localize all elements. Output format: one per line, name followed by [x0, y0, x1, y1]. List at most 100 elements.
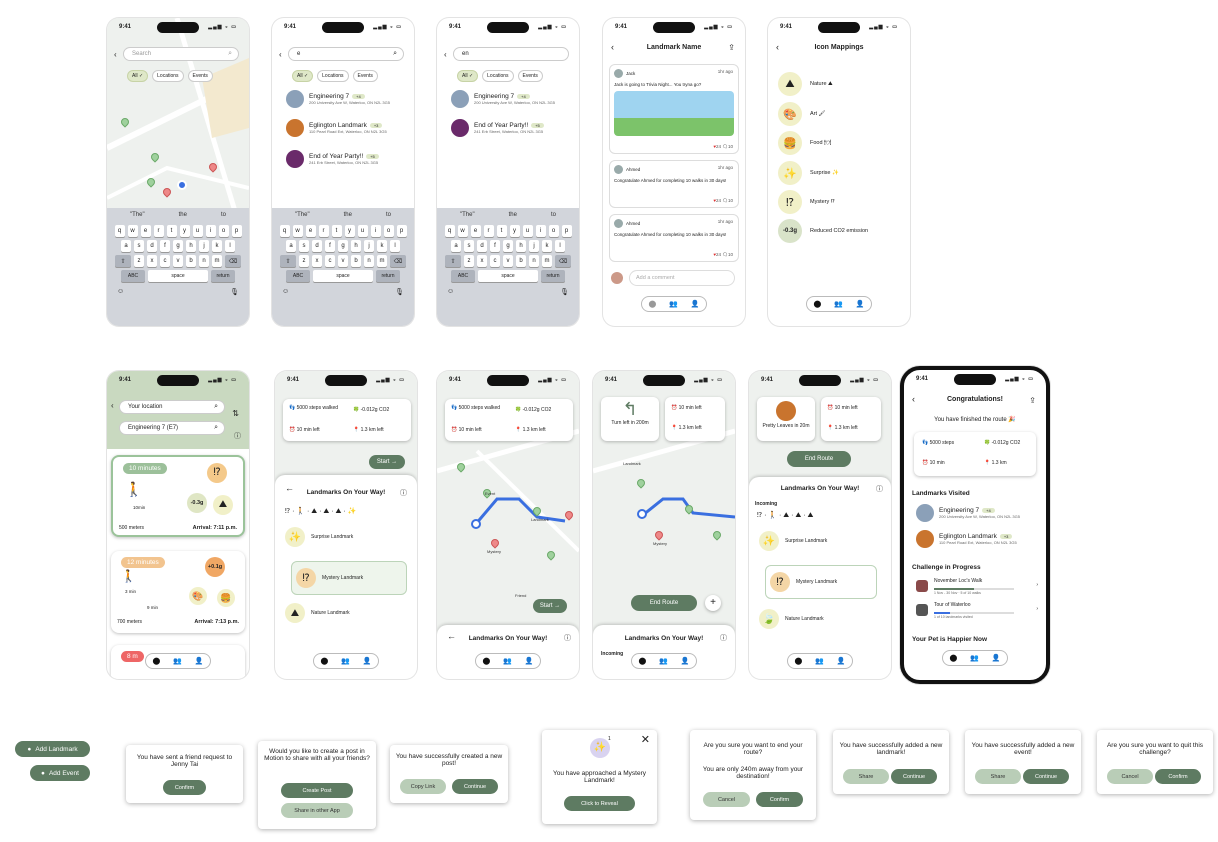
- post-card[interactable]: Ahmed 1hr ago Congratulate Ahmed for com…: [609, 214, 739, 262]
- key[interactable]: s: [464, 240, 474, 252]
- swap-icon[interactable]: ⇅: [232, 409, 239, 418]
- result-item[interactable]: Eglington Landmark +3 110 Pearl Road Ext, …: [286, 119, 408, 137]
- key[interactable]: f: [160, 240, 170, 252]
- keyboard[interactable]: "The" the to q w e r t y u i o p a s d f g h j k l ⇧ z x c v b n m ⌫ AB…: [107, 208, 249, 326]
- key[interactable]: o: [218, 225, 229, 237]
- key[interactable]: r: [483, 225, 494, 237]
- copy-link-button[interactable]: Copy Link: [400, 779, 446, 794]
- key[interactable]: m: [377, 255, 387, 267]
- map-pin-icon[interactable]: ⬤: [813, 300, 821, 308]
- landmark-item[interactable]: 🍃 Nature Landmark: [759, 609, 824, 629]
- key[interactable]: f: [325, 240, 335, 252]
- key[interactable]: h: [516, 240, 526, 252]
- key[interactable]: b: [351, 255, 361, 267]
- landmarks-sheet[interactable]: ← Landmarks On Your Way! ⓘ: [437, 625, 579, 679]
- chip-events[interactable]: Events: [517, 70, 543, 82]
- key[interactable]: x: [477, 255, 487, 267]
- share-icon[interactable]: ⇪: [1029, 396, 1036, 405]
- key[interactable]: v: [503, 255, 513, 267]
- key[interactable]: j: [364, 240, 374, 252]
- landmarks-sheet[interactable]: Landmarks On Your Way! ⓘ Incoming: [593, 625, 735, 679]
- key[interactable]: q: [279, 225, 290, 237]
- key[interactable]: n: [364, 255, 374, 267]
- key[interactable]: d: [477, 240, 487, 252]
- info-icon[interactable]: ⓘ: [234, 431, 241, 441]
- key[interactable]: k: [377, 240, 387, 252]
- map-pin-icon[interactable]: ⬤: [482, 657, 490, 665]
- chip-events[interactable]: Events: [187, 70, 213, 82]
- key[interactable]: t: [166, 225, 177, 237]
- profile-icon[interactable]: 👤: [837, 657, 846, 665]
- click-to-reveal-button[interactable]: Click to Reveal: [564, 796, 635, 811]
- key[interactable]: i: [370, 225, 381, 237]
- abc-key[interactable]: ABC: [286, 270, 310, 282]
- key[interactable]: t: [496, 225, 507, 237]
- visited-item[interactable]: Engineering 7 +4 200 University Ave W, Wat…: [916, 504, 1040, 522]
- continue-button[interactable]: Continue: [891, 769, 937, 784]
- share-button[interactable]: Share: [975, 769, 1021, 784]
- keyboard-suggestion[interactable]: to: [551, 212, 556, 218]
- key[interactable]: y: [344, 225, 355, 237]
- key[interactable]: e: [140, 225, 151, 237]
- result-item[interactable]: Engineering 7 +4 200 University Ave W, Wat…: [451, 90, 573, 108]
- key[interactable]: j: [199, 240, 209, 252]
- visited-item[interactable]: Eglington Landmark +3 110 Pearl Road Ext, …: [916, 530, 1040, 548]
- end-route-button[interactable]: End Route: [787, 451, 851, 467]
- key[interactable]: i: [535, 225, 546, 237]
- back-icon[interactable]: ←: [285, 483, 294, 493]
- profile-icon[interactable]: 👤: [525, 657, 534, 665]
- chip-all[interactable]: All ✓: [292, 70, 314, 82]
- backspace-icon[interactable]: ⌫: [225, 255, 241, 267]
- key[interactable]: b: [516, 255, 526, 267]
- share-button[interactable]: Share: [843, 769, 889, 784]
- friends-icon[interactable]: 👥: [659, 657, 668, 665]
- create-post-button[interactable]: Create Post: [281, 783, 353, 798]
- key[interactable]: k: [542, 240, 552, 252]
- key[interactable]: r: [318, 225, 329, 237]
- keyboard[interactable]: "The" the to q w e r t y u i o p a s d f g h j k l ⇧ z x c v b n m ⌫ AB…: [437, 208, 579, 326]
- cancel-button[interactable]: Cancel: [1107, 769, 1153, 784]
- key[interactable]: o: [383, 225, 394, 237]
- key[interactable]: a: [286, 240, 296, 252]
- shift-icon[interactable]: ⇧: [445, 255, 461, 267]
- key[interactable]: k: [212, 240, 222, 252]
- continue-button[interactable]: Continue: [452, 779, 498, 794]
- key[interactable]: u: [192, 225, 203, 237]
- chip-locations[interactable]: Locations: [482, 70, 514, 82]
- key[interactable]: c: [325, 255, 335, 267]
- confirm-button[interactable]: Confirm: [163, 780, 206, 795]
- key[interactable]: p: [396, 225, 407, 237]
- key[interactable]: l: [555, 240, 565, 252]
- map-pin-icon[interactable]: ⬤: [794, 657, 802, 665]
- key[interactable]: d: [147, 240, 157, 252]
- profile-icon[interactable]: 👤: [856, 300, 865, 308]
- landmark-item[interactable]: ⛰ Nature Landmark: [285, 603, 350, 623]
- key[interactable]: c: [160, 255, 170, 267]
- key[interactable]: v: [338, 255, 348, 267]
- return-key[interactable]: return: [376, 270, 400, 282]
- return-key[interactable]: return: [211, 270, 235, 282]
- back-icon[interactable]: ←: [447, 631, 456, 641]
- chip-locations[interactable]: Locations: [152, 70, 184, 82]
- add-event-button[interactable]: ● Add Event: [30, 765, 90, 781]
- friends-icon[interactable]: 👥: [503, 657, 512, 665]
- friends-icon[interactable]: 👥: [669, 300, 678, 308]
- key[interactable]: v: [173, 255, 183, 267]
- abc-key[interactable]: ABC: [121, 270, 145, 282]
- keyboard-suggestion[interactable]: the: [509, 212, 517, 218]
- abc-key[interactable]: ABC: [451, 270, 475, 282]
- key[interactable]: l: [225, 240, 235, 252]
- profile-icon[interactable]: 👤: [681, 657, 690, 665]
- comment-input[interactable]: Add a comment: [629, 270, 735, 286]
- key[interactable]: g: [338, 240, 348, 252]
- route-option-card[interactable]: 12 minutes 🚶 3 min 9 min +0.1g 🎨 🍔 700 m…: [111, 551, 245, 633]
- space-key[interactable]: space: [313, 270, 373, 282]
- confirm-button[interactable]: Confirm: [756, 792, 803, 807]
- key[interactable]: h: [186, 240, 196, 252]
- key[interactable]: p: [561, 225, 572, 237]
- key[interactable]: y: [509, 225, 520, 237]
- shift-icon[interactable]: ⇧: [280, 255, 296, 267]
- key[interactable]: y: [179, 225, 190, 237]
- share-other-app-button[interactable]: Share in other App: [281, 803, 353, 818]
- key[interactable]: c: [490, 255, 500, 267]
